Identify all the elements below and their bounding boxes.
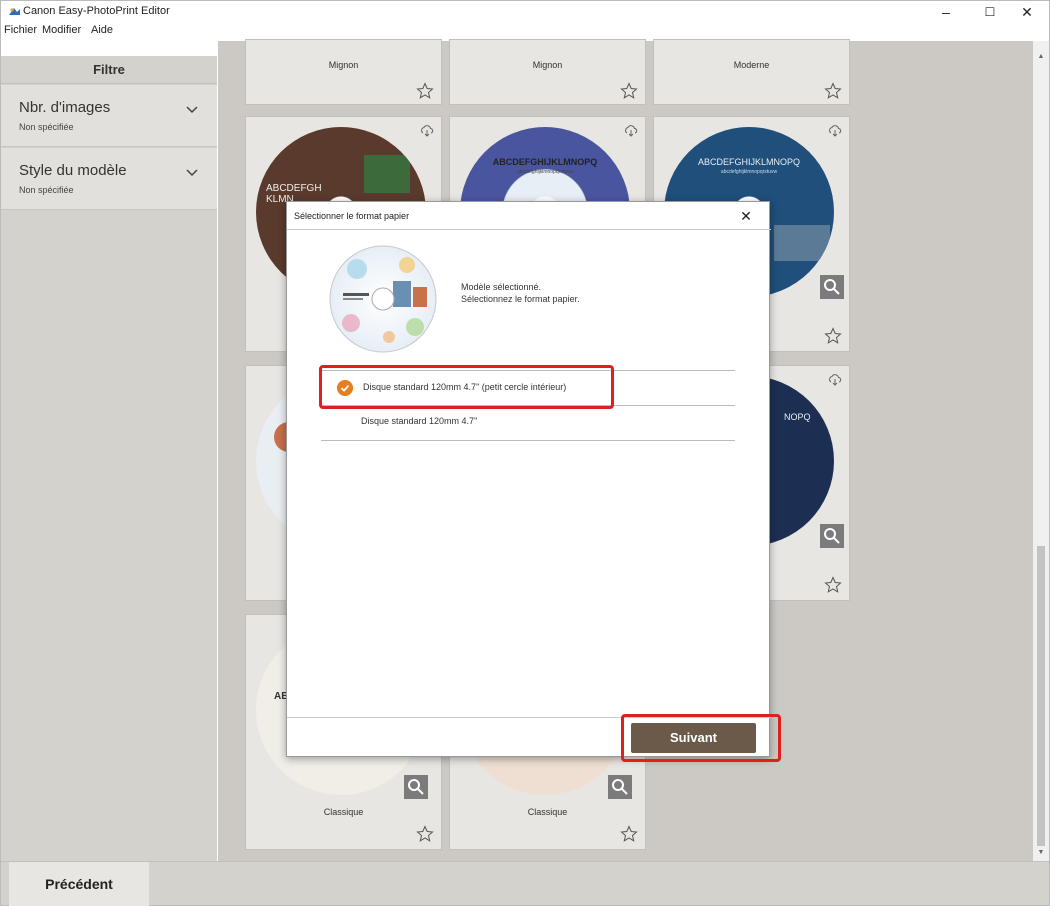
previous-button[interactable]: Précédent [9,862,149,906]
paper-option-standard[interactable]: Disque standard 120mm 4.7" [321,406,735,439]
zoom-button[interactable] [820,524,844,548]
close-window-button[interactable]: ✕ [1013,3,1041,21]
dialog-title: Sélectionner le format papier [294,211,410,221]
disc-subtext: abcdefghijklmnopqrstuvw [516,169,574,175]
paper-size-dialog: Sélectionner le format papier ✕ Modèle s… [286,201,771,757]
scroll-thumb[interactable] [1037,546,1045,846]
template-card[interactable]: Mignon [245,39,442,105]
card-label: Mignon [532,60,563,70]
title-bar: Canon Easy-PhotoPrint Editor – ☐ ✕ [1,1,1049,23]
menu-fichier[interactable]: Fichier [4,24,37,36]
magnifier-icon [824,528,840,544]
star-icon[interactable] [824,82,842,100]
zoom-button[interactable] [608,775,632,799]
magnifier-icon [408,779,424,795]
filter-image-count[interactable]: Nbr. d'images Non spécifiée [1,85,217,147]
disc-text: ABCDEFGHIJKLMNOPQ [492,157,598,167]
dialog-message-line1: Modèle sélectionné. [461,282,542,292]
star-icon[interactable] [824,576,842,594]
scroll-up-icon[interactable]: ▲ [1037,53,1045,61]
card-label: Mignon [328,60,359,70]
divider [287,229,771,230]
cloud-download-icon [625,125,638,137]
filter-value: Non spécifiée [19,122,74,132]
cloud-download-icon [421,125,434,137]
star-icon[interactable] [416,825,434,843]
cloud-download-icon [829,374,842,386]
menu-aide[interactable]: Aide [91,24,113,36]
star-icon[interactable] [620,825,638,843]
filter-template-style[interactable]: Style du modèle Non spécifiée [1,148,217,210]
zoom-button[interactable] [404,775,428,799]
option-label: Disque standard 120mm 4.7" [361,416,478,426]
disc-subtext: abcdefghijklmnopqrstuvw [720,169,778,175]
window-title: Canon Easy-PhotoPrint Editor [23,5,170,17]
template-card[interactable]: Mignon [449,39,646,105]
footer-bar: Précédent [1,861,1049,906]
chevron-down-icon [186,106,198,114]
chevron-down-icon [186,169,198,177]
vertical-scrollbar[interactable]: ▲ ▼ [1033,41,1049,861]
highlight-annotation [319,365,614,409]
dialog-close-button[interactable]: ✕ [736,206,756,226]
filter-sidebar: Filtre Nbr. d'images Non spécifiée Style… [1,56,217,861]
card-label: Moderne [733,60,770,70]
disc-text: ABCDEFGHIJKLMNOPQ [697,157,800,167]
filter-header: Filtre [1,56,217,84]
star-icon[interactable] [620,82,638,100]
menu-modifier[interactable]: Modifier [42,24,81,36]
highlight-annotation [621,714,781,762]
divider [321,440,735,441]
template-card[interactable]: Moderne [653,39,850,105]
maximize-button[interactable]: ☐ [976,3,1004,21]
dialog-message-line2: Sélectionnez le format papier. [461,294,580,304]
minimize-button[interactable]: – [932,3,960,21]
scroll-down-icon[interactable]: ▼ [1037,849,1045,857]
app-logo-icon [9,8,20,15]
zoom-button[interactable] [820,275,844,299]
app-window: Canon Easy-PhotoPrint Editor – ☐ ✕ Fichi… [0,0,1050,906]
card-label: Classique [323,807,364,817]
card-label: Classique [527,807,568,817]
star-icon[interactable] [416,82,434,100]
selected-template-thumbnail [329,245,437,353]
magnifier-icon [824,279,840,295]
filter-value: Non spécifiée [19,185,74,195]
filter-title: Style du modèle [19,162,127,179]
cloud-download-icon [829,125,842,137]
star-icon[interactable] [824,327,842,345]
disc-text: NOPQ [784,412,811,422]
filter-title: Nbr. d'images [19,99,111,116]
magnifier-icon [612,779,628,795]
